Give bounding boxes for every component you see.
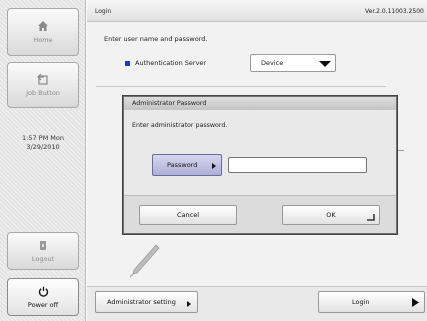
power-icon — [38, 286, 48, 297]
page-title: Login — [95, 8, 112, 15]
password-button[interactable]: Password — [152, 154, 222, 176]
play-arrow-icon — [412, 298, 419, 307]
job-button-icon — [37, 73, 48, 85]
dialog-title: Administrator Password — [124, 97, 396, 110]
logout-button[interactable]: Logout — [7, 232, 79, 270]
cancel-label: Cancel — [176, 211, 200, 219]
form-divider-right — [398, 150, 404, 151]
home-icon — [38, 21, 48, 31]
caret-right-icon — [187, 301, 191, 307]
admin-setting-button[interactable]: Administrator setting — [95, 291, 198, 313]
logout-label: Logout — [31, 254, 55, 263]
clock: 1:57 PM Mon 3/29/2010 — [4, 134, 82, 156]
password-button-label: Password — [167, 161, 198, 169]
password-input[interactable] — [228, 157, 367, 173]
power-off-label: Power off — [27, 300, 59, 309]
power-off-button[interactable]: Power off — [7, 278, 79, 316]
ok-label: OK — [326, 211, 336, 219]
home-button[interactable]: Home — [7, 8, 79, 56]
login-button[interactable]: Login — [318, 291, 425, 313]
dropdown-arrow-icon — [319, 61, 331, 67]
cancel-button[interactable]: Cancel — [139, 205, 237, 225]
version-label: Ver.2.0.11003.2500 — [365, 8, 424, 15]
login-label: Login — [352, 298, 370, 306]
header-bar: Login Ver.2.0.11003.2500 — [87, 0, 427, 22]
job-button-label: Job Button — [26, 89, 60, 97]
job-button[interactable]: Job Button — [7, 62, 79, 108]
ok-button[interactable]: OK — [282, 205, 380, 225]
clock-date: 3/29/2010 — [26, 143, 60, 151]
admin-setting-label: Administrator setting — [107, 298, 176, 306]
enter-icon — [367, 214, 375, 221]
caret-right-icon — [212, 163, 216, 169]
dialog-body: Enter administrator password. Password C… — [124, 110, 396, 233]
clock-time: 1:57 PM Mon — [22, 134, 64, 142]
dialog-message: Enter administrator password. — [132, 122, 228, 129]
form-divider — [96, 86, 386, 87]
password-input-value — [229, 161, 233, 168]
instruction-text: Enter user name and password. — [104, 35, 208, 43]
stylus-icon — [129, 244, 160, 278]
auth-server-label: Authentication Server — [135, 59, 207, 67]
auth-server-marker — [125, 61, 130, 66]
auth-server-select[interactable]: Device — [250, 54, 336, 72]
auth-server-value: Device — [261, 59, 284, 67]
logout-icon — [40, 240, 46, 250]
home-label: Home — [33, 36, 53, 44]
